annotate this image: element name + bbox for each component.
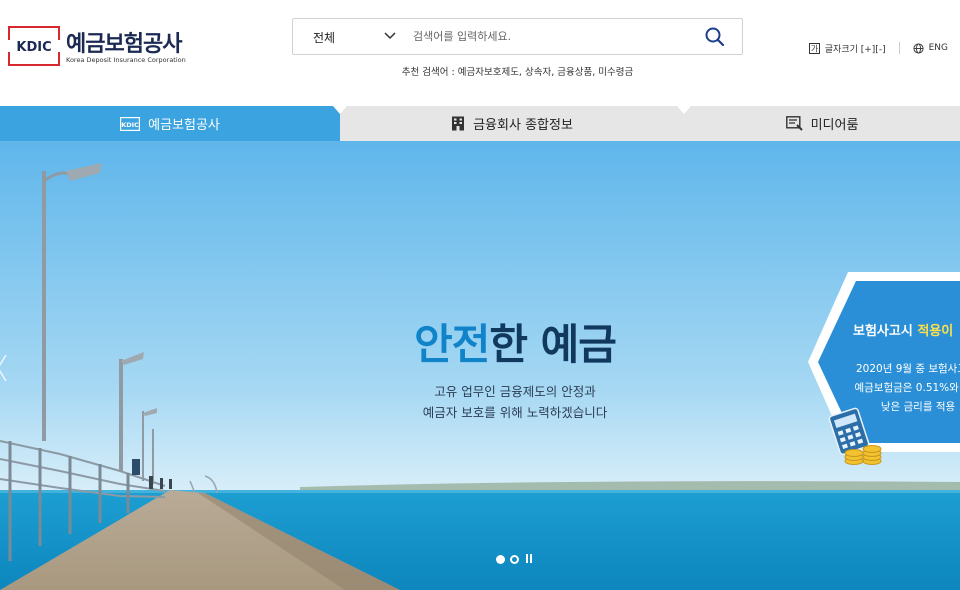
notice-title-text: 보험사고시: [853, 324, 918, 339]
notice-line2: 예금보험금은 0.51%와 약정: [854, 382, 960, 394]
hero-headline-accent: 안전: [414, 320, 490, 369]
hero-banner: 안전한 예금 고유 업무인 금융제도의 안정과 예금자 보호를 위해 노력하겠습…: [0, 141, 960, 590]
font-size-control[interactable]: 가 글자크기 [+][-]: [808, 42, 886, 55]
svg-text:KDIC: KDIC: [121, 121, 139, 129]
svg-text:KDIC: KDIC: [16, 40, 51, 55]
media-icon: [785, 116, 803, 131]
logo-name-ko: 예금보험공사: [66, 32, 182, 57]
tab-media-room[interactable]: 미디어룸: [684, 106, 960, 141]
chevron-down-icon: [384, 32, 396, 40]
notice-title: 보험사고시 적용이: [853, 320, 953, 339]
search-box: 전체: [292, 18, 743, 55]
tab-label: 금융회사 종합정보: [473, 118, 573, 133]
notice-line1: 2020년 9월 중 보험사고 발: [855, 363, 960, 375]
font-size-icon: 가: [808, 42, 820, 54]
svg-text:가: 가: [811, 44, 819, 53]
site-logo[interactable]: KDIC 예금보험공사 Korea Deposit Insurance Corp…: [8, 26, 198, 70]
utility-menu: 가 글자크기 [+][-] ENG: [808, 40, 948, 56]
hero-headline-rest: 한 예금: [489, 320, 617, 369]
kdic-logo-icon: KDIC: [120, 116, 141, 131]
notice-card[interactable]: 보험사고시 적용이 2020년 9월 중 보험사고 발 예금보험금은 0.51%…: [808, 272, 960, 465]
logo-name-en: Korea Deposit Insurance Corporation: [66, 56, 186, 64]
utility-divider: [898, 42, 900, 54]
language-label: ENG: [928, 43, 948, 53]
tab-financial-info[interactable]: 금융회사 종합정보: [340, 106, 684, 141]
search-scope-select[interactable]: 전체: [293, 19, 403, 54]
search-input[interactable]: [413, 23, 693, 50]
recommended-search-terms[interactable]: 예금자보호제도, 상속자, 금융상품, 미수령금: [458, 67, 633, 78]
notice-title-highlight: 적용이: [917, 324, 954, 339]
search-icon[interactable]: [703, 25, 727, 49]
tab-label: 예금보험공사: [148, 118, 220, 133]
kdic-logo-mark: KDIC: [8, 26, 60, 66]
building-icon: [452, 116, 465, 131]
recommended-search-label: 추천 검색어 :: [401, 67, 458, 78]
recommended-search: 추천 검색어 : 예금자보호제도, 상속자, 금융상품, 미수령금: [292, 64, 743, 78]
calculator-coins-icon: [828, 407, 882, 465]
slide-pager: [496, 552, 534, 566]
slide-dot-active[interactable]: [496, 554, 505, 564]
globe-icon: [913, 42, 924, 54]
site-header: KDIC 예금보험공사 Korea Deposit Insurance Corp…: [0, 0, 960, 106]
tab-notch: [333, 106, 347, 114]
font-size-label: 글자크기 [+][-]: [824, 44, 886, 55]
tab-notch: [677, 106, 691, 114]
tab-kdic[interactable]: KDIC 예금보험공사: [0, 106, 340, 141]
chevron-left-icon[interactable]: [0, 353, 10, 383]
search-scope-label: 전체: [313, 31, 336, 45]
language-link[interactable]: ENG: [913, 42, 948, 54]
pause-icon[interactable]: [524, 554, 534, 564]
tab-label: 미디어룸: [810, 118, 859, 133]
main-tabs: KDIC 예금보험공사 금융회사 종합정보 미디어룸: [0, 106, 960, 141]
slide-dot[interactable]: [510, 554, 519, 564]
